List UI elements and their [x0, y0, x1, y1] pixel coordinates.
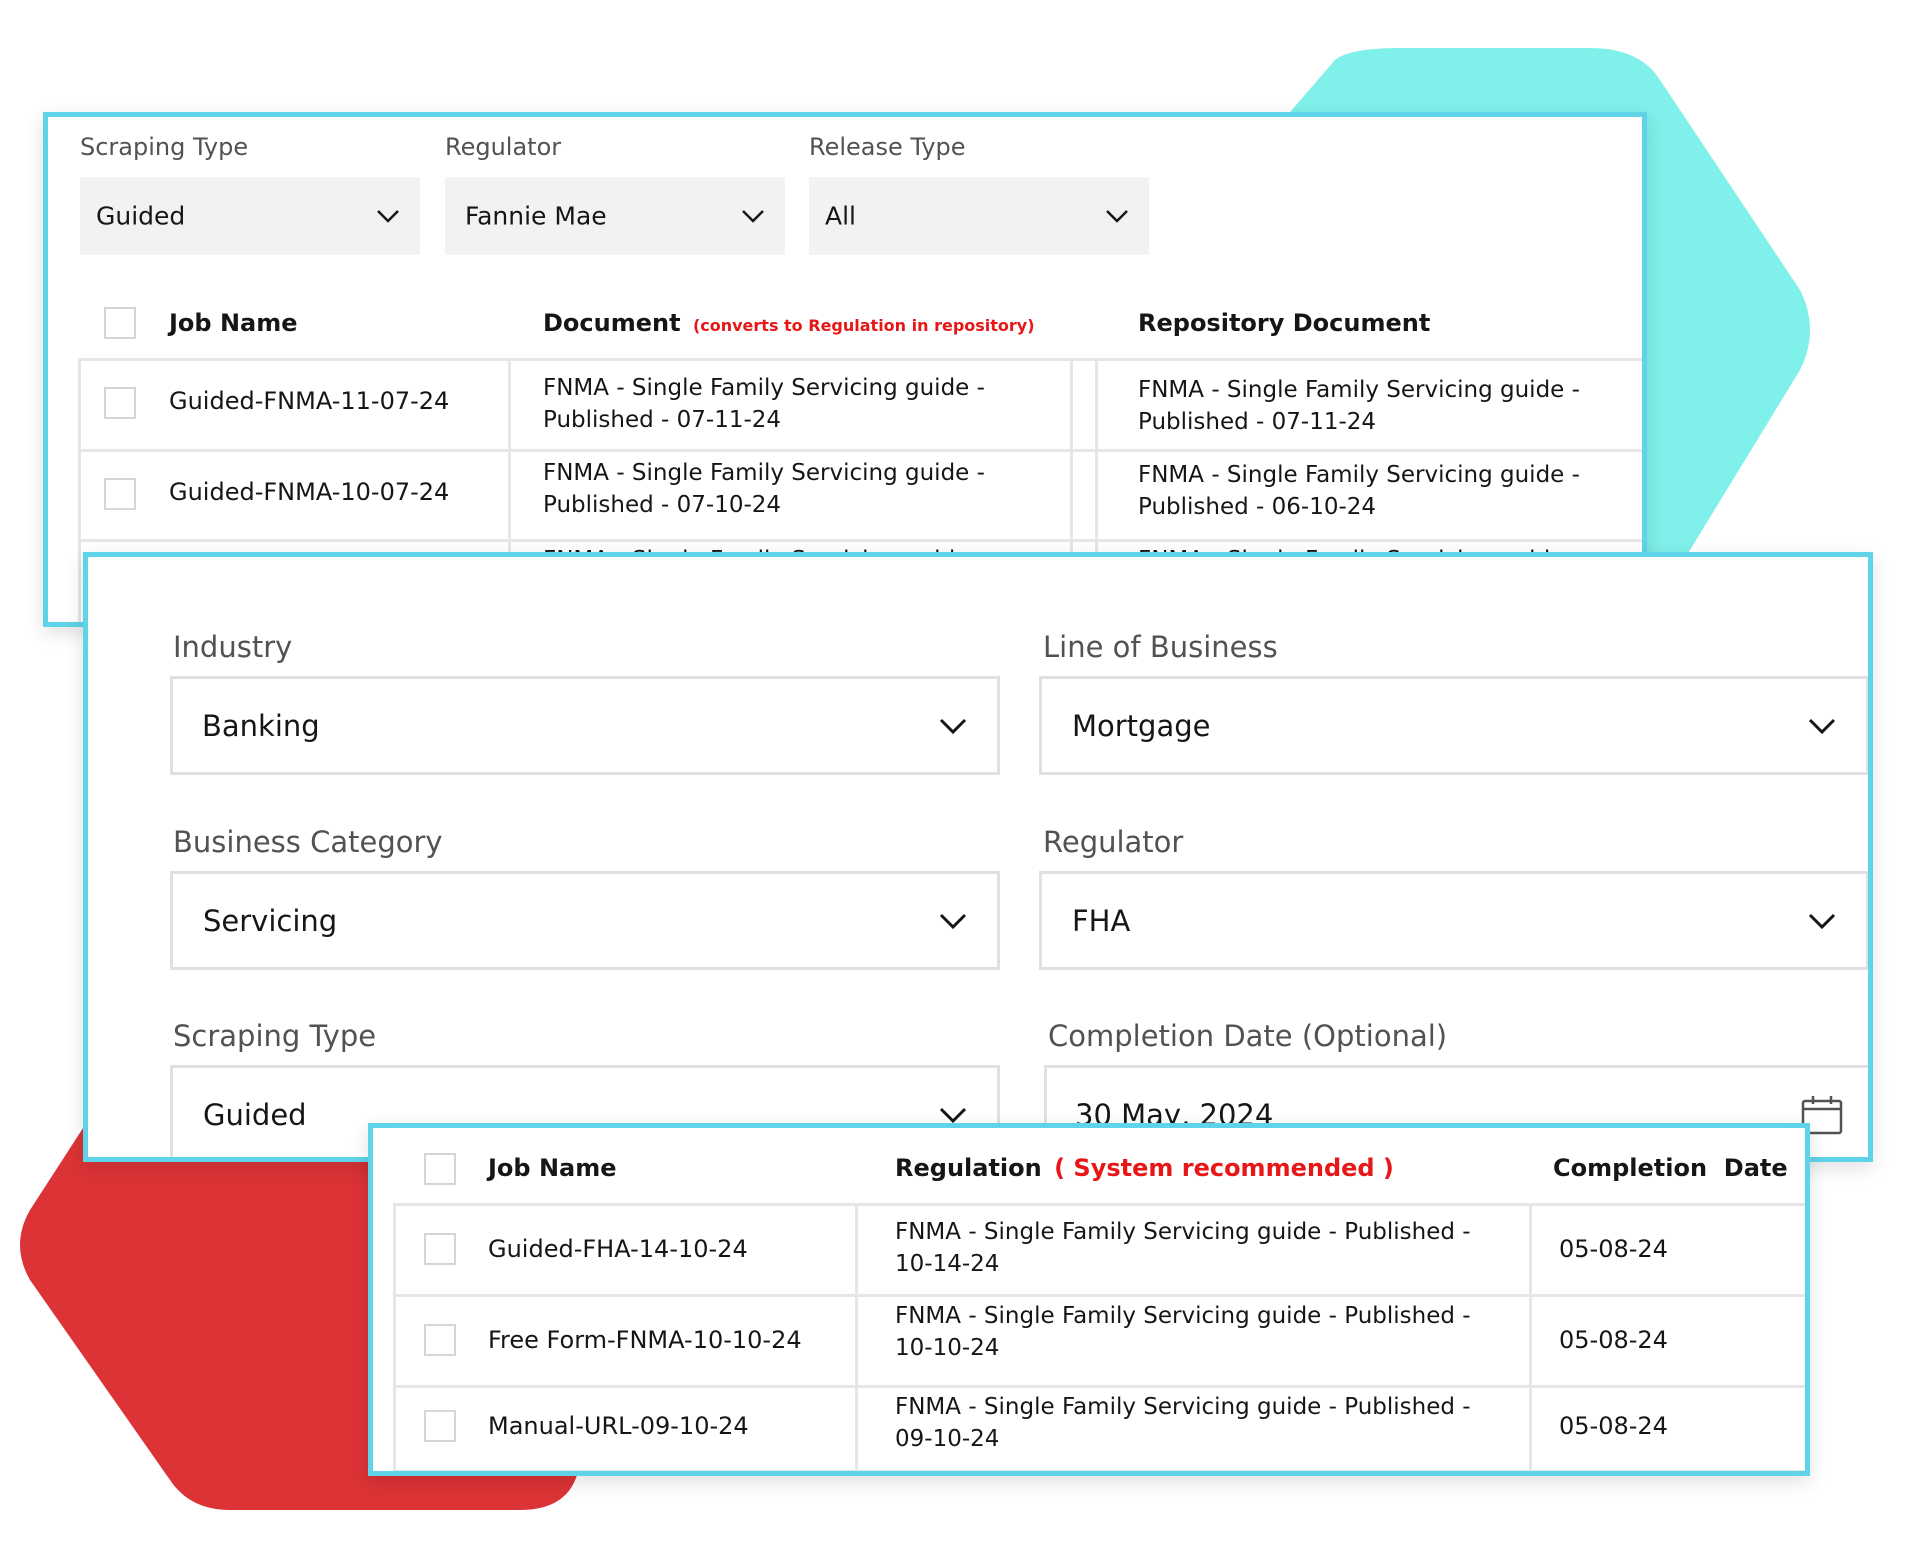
job-name-cell: Manual-URL-09-10-24 [488, 1412, 749, 1440]
regulation-cell-line2: 10-10-24 [895, 1335, 1000, 1361]
column-divider [855, 1203, 858, 1471]
line-of-business-label: Line of Business [1043, 630, 1278, 664]
chevron-down-icon [377, 210, 399, 223]
release-type-value: All [825, 201, 856, 231]
completion-date-cell: 05-08-24 [1559, 1235, 1668, 1263]
chevron-down-icon [939, 718, 967, 734]
line-of-business-value: Mortgage [1072, 708, 1211, 743]
chevron-down-icon [1808, 718, 1836, 734]
column-divider [1529, 1203, 1532, 1471]
job-name-cell: Free Form-FNMA-10-10-24 [488, 1326, 802, 1354]
completion-date-label: Completion Date (Optional) [1048, 1019, 1448, 1053]
job-name-header[interactable]: Job Name [488, 1154, 617, 1182]
document-cell-line1: FNMA - Single Family Servicing guide - [543, 375, 985, 401]
document-cell-line2: Published - 07-10-24 [543, 492, 782, 518]
regulation-cell-line2: 09-10-24 [895, 1426, 1000, 1452]
completion-date-cell: 05-08-24 [1559, 1326, 1668, 1354]
row-checkbox[interactable] [424, 1410, 456, 1442]
scraping-type-value: Guided [203, 1097, 307, 1132]
job-name-cell: Guided-FHA-14-10-24 [488, 1235, 748, 1263]
business-category-dropdown[interactable]: Servicing [170, 871, 1000, 970]
job-list-panel: Scraping Type Guided Regulator Fannie Ma… [43, 112, 1647, 627]
row-divider [393, 1203, 1805, 1206]
chevron-down-icon [939, 1107, 967, 1123]
regulator-dropdown[interactable]: Fannie Mae [445, 177, 785, 255]
regulation-cell-line1: FNMA - Single Family Servicing guide - P… [895, 1394, 1471, 1420]
repository-cell-line2: Published - 07-11-24 [1138, 409, 1377, 435]
regulator-label: Regulator [1043, 825, 1184, 859]
job-name-header[interactable]: Job Name [169, 309, 298, 337]
regulation-cell-line1: FNMA - Single Family Servicing guide - P… [895, 1219, 1471, 1245]
chevron-down-icon [742, 210, 764, 223]
document-header-note: (converts to Regulation in repository) [692, 316, 1035, 335]
column-divider [393, 1203, 396, 1471]
scraping-type-label: Scraping Type [173, 1019, 377, 1053]
select-all-checkbox[interactable] [104, 307, 136, 339]
repository-cell-line2: Published - 06-10-24 [1138, 494, 1377, 520]
document-header[interactable]: Document (converts to Regulation in repo… [543, 309, 1035, 337]
chevron-down-icon [1106, 210, 1128, 223]
completion-date-header-label: Completion Date [1553, 1154, 1788, 1182]
row-divider [393, 1385, 1805, 1388]
regulator-dropdown[interactable]: FHA [1039, 871, 1868, 970]
chevron-down-icon [939, 913, 967, 929]
row-checkbox[interactable] [424, 1233, 456, 1265]
scraping-type-dropdown[interactable]: Guided [80, 177, 420, 255]
completion-date-header[interactable]: Completion Date [1553, 1154, 1810, 1182]
chevron-down-icon [1808, 913, 1836, 929]
regulation-header[interactable]: Regulation ( System recommended ) [895, 1154, 1394, 1182]
release-type-dropdown[interactable]: All [809, 177, 1149, 255]
regulation-cell-line2: 10-14-24 [895, 1251, 1000, 1277]
industry-value: Banking [202, 708, 320, 743]
document-cell-line1: FNMA - Single Family Servicing guide - [543, 460, 985, 486]
job-name-cell: Guided-FNMA-11-07-24 [169, 387, 450, 415]
regulator-label: Regulator [445, 133, 562, 161]
industry-dropdown[interactable]: Banking [170, 676, 1000, 775]
row-divider [393, 1470, 1805, 1471]
business-category-label: Business Category [173, 825, 443, 859]
row-checkbox[interactable] [424, 1324, 456, 1356]
column-divider [78, 358, 81, 622]
regulator-value: Fannie Mae [465, 201, 607, 231]
completion-date-cell: 05-08-24 [1559, 1412, 1668, 1440]
regulation-header-label: Regulation [895, 1154, 1042, 1182]
regulation-header-note: ( System recommended ) [1054, 1154, 1394, 1182]
job-name-cell: Guided-FNMA-10-07-24 [169, 478, 450, 506]
business-category-value: Servicing [203, 903, 338, 938]
scraping-type-label: Scraping Type [80, 133, 249, 161]
repository-document-header[interactable]: Repository Document [1138, 309, 1430, 337]
release-type-label: Release Type [809, 133, 966, 161]
select-all-checkbox[interactable] [424, 1153, 456, 1185]
sort-icon[interactable] [1804, 1158, 1810, 1180]
scraping-type-value: Guided [96, 201, 186, 231]
row-divider [393, 1294, 1805, 1297]
regulator-value: FHA [1072, 903, 1131, 938]
regulation-cell-line1: FNMA - Single Family Servicing guide - P… [895, 1303, 1471, 1329]
document-cell-line2: Published - 07-11-24 [543, 407, 782, 433]
row-checkbox[interactable] [104, 387, 136, 419]
row-checkbox[interactable] [104, 478, 136, 510]
row-divider [78, 539, 1642, 542]
job-create-form-panel: Industry Banking Line of Business Mortga… [83, 552, 1873, 1162]
recommended-regulations-panel: Job Name Regulation ( System recommended… [368, 1123, 1810, 1476]
row-divider [78, 358, 1642, 361]
industry-label: Industry [173, 630, 293, 664]
repository-cell-line1: FNMA - Single Family Servicing guide - [1138, 377, 1580, 403]
document-header-label: Document [543, 309, 681, 337]
line-of-business-dropdown[interactable]: Mortgage [1039, 676, 1868, 775]
row-divider [78, 449, 1642, 452]
repository-cell-line1: FNMA - Single Family Servicing guide - [1138, 462, 1580, 488]
